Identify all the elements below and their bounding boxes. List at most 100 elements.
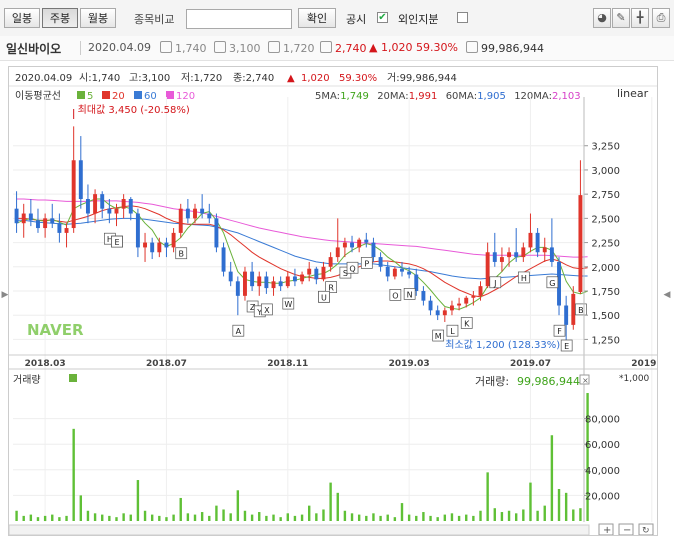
volume-bar bbox=[279, 517, 282, 521]
header-up-mark: ▲ bbox=[287, 73, 295, 84]
candle-body bbox=[507, 252, 512, 258]
event-marker-label: B bbox=[578, 306, 584, 315]
candle-body bbox=[421, 290, 426, 301]
candle-body bbox=[143, 242, 148, 248]
ma-legend-title: 이동평균선 bbox=[15, 90, 61, 102]
volume-bar bbox=[479, 510, 482, 521]
candle-body bbox=[228, 271, 233, 282]
event-marker-label: Q bbox=[349, 264, 355, 273]
compare-input[interactable] bbox=[186, 9, 292, 29]
candle-body bbox=[578, 195, 583, 292]
volume-bar bbox=[43, 515, 47, 521]
y-tick-label: 2,250 bbox=[591, 239, 620, 250]
volume-bar bbox=[58, 517, 61, 521]
candle-body bbox=[457, 303, 462, 306]
candle-body bbox=[114, 208, 119, 214]
chart-scrollbar[interactable]: + − ↻ bbox=[8, 523, 654, 536]
ma-legend-swatch-60 bbox=[134, 91, 142, 99]
event-marker-label: A bbox=[236, 327, 242, 336]
reset-icon: ↻ bbox=[642, 526, 650, 535]
x-axis: 2018.03 2018.07 2018.11 2019.03 2019.07 2019.… bbox=[9, 354, 672, 369]
ma-legend-label-20: 20 bbox=[112, 91, 125, 102]
volume-bar bbox=[150, 514, 154, 521]
volume-bar bbox=[229, 513, 232, 521]
scroll-right-arrow[interactable]: ◀ bbox=[662, 280, 672, 310]
candle-body bbox=[36, 220, 40, 229]
candle-body bbox=[385, 266, 390, 277]
scroll-track[interactable] bbox=[8, 524, 590, 536]
print-icon[interactable]: ⎙ bbox=[652, 8, 670, 28]
volume-bar bbox=[243, 510, 247, 521]
info-open: 1,740 bbox=[160, 41, 207, 55]
zoom-out-icon: − bbox=[623, 525, 631, 535]
volume-bar bbox=[265, 515, 268, 521]
zoom-in-icon: + bbox=[603, 525, 611, 535]
disclosure-checkbox[interactable]: ✔ bbox=[377, 12, 388, 23]
confirm-button[interactable]: 확인 bbox=[298, 8, 336, 28]
volume-bar bbox=[472, 515, 475, 521]
period-day-button[interactable]: 일봉 bbox=[4, 8, 40, 28]
candle-body bbox=[193, 208, 197, 219]
compare-label: 종목비교 bbox=[134, 13, 175, 26]
volume-bar bbox=[357, 514, 361, 521]
candle-body bbox=[300, 274, 305, 282]
volume-bar bbox=[129, 514, 132, 521]
volume-bar bbox=[450, 513, 454, 521]
candle-body bbox=[307, 268, 312, 275]
period-month-button[interactable]: 월봉 bbox=[80, 8, 116, 28]
info-volume: 99,986,944 bbox=[466, 41, 544, 55]
volume-bar bbox=[514, 513, 518, 521]
candle-body bbox=[564, 305, 569, 325]
foreign-label: 외인지분 bbox=[398, 13, 439, 26]
volume-bar bbox=[579, 508, 582, 521]
disclosure-label: 공시 bbox=[346, 13, 367, 26]
ma-value-label-0: 5MA: bbox=[315, 91, 340, 102]
stock-name: 일신바이오 bbox=[6, 42, 62, 56]
max-annotation: 최대값 3,450 (-20.58%) bbox=[78, 104, 190, 116]
volume-bar bbox=[108, 515, 111, 521]
candle-body bbox=[464, 297, 469, 304]
volume-bar bbox=[86, 510, 90, 521]
volume-bar bbox=[550, 435, 554, 521]
y-tick-label: 3,000 bbox=[591, 166, 620, 177]
candle-body bbox=[528, 232, 533, 248]
volume-bar bbox=[179, 497, 182, 521]
volume-bar bbox=[186, 513, 190, 521]
event-marker-label: W bbox=[284, 300, 292, 309]
period-week-button[interactable]: 주봉 bbox=[42, 8, 78, 28]
crosshair-icon[interactable]: ╋ bbox=[631, 8, 649, 28]
candle-body bbox=[400, 268, 404, 272]
pencil-icon[interactable]: ✎ bbox=[612, 8, 630, 28]
scale-label[interactable]: linear bbox=[617, 87, 649, 100]
info-date: 2020.04.09 bbox=[88, 41, 151, 54]
divider bbox=[80, 41, 81, 55]
header-volume: 거:99,986,944 bbox=[387, 72, 457, 84]
candle-body bbox=[321, 266, 326, 280]
candle-body bbox=[407, 271, 412, 275]
candle-body bbox=[150, 242, 155, 253]
volume-bar bbox=[250, 514, 254, 521]
volume-y-axis: 80,000 60,000 40,000 20,000 bbox=[584, 415, 620, 502]
volume-bar bbox=[101, 514, 104, 521]
volume-bar bbox=[172, 514, 175, 521]
volume-bar bbox=[429, 515, 432, 521]
price-grid bbox=[13, 97, 653, 522]
info-pct: 59.30% bbox=[416, 41, 458, 54]
volume-bar bbox=[564, 492, 568, 521]
candle-body bbox=[157, 242, 162, 253]
event-marker-label: X bbox=[264, 306, 270, 315]
event-markers: 최대값 3,450 (-20.58%)최소값 1,200 (128.33%)HC… bbox=[73, 104, 587, 352]
volume-bar bbox=[322, 509, 325, 521]
ma-legend: 5 20 60 120 bbox=[77, 91, 195, 102]
bulb-icon[interactable]: ◕ bbox=[593, 8, 611, 28]
foreign-checkbox[interactable] bbox=[457, 12, 468, 23]
volume-bar bbox=[15, 510, 18, 521]
chart-svg[interactable]: 2020.04.09 시:1,740 고:3,100 저:1,720 종:2,7… bbox=[8, 67, 672, 536]
ma-value-label-2: 60MA: bbox=[446, 91, 477, 102]
candle-body bbox=[549, 247, 554, 262]
candle-body bbox=[342, 242, 347, 248]
candle-body bbox=[364, 239, 369, 243]
candle-body bbox=[214, 218, 219, 248]
volume-bar bbox=[51, 514, 54, 521]
volume-bar bbox=[507, 510, 511, 521]
